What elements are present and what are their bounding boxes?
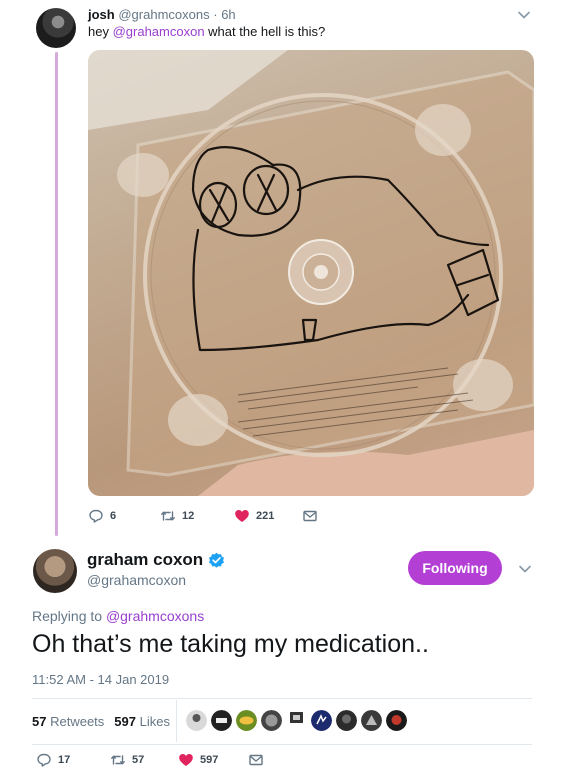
dm-action[interactable]	[248, 752, 264, 768]
reply-action[interactable]: 17	[36, 752, 70, 768]
tweet-photo[interactable]	[88, 50, 534, 496]
liker-avatar[interactable]	[336, 710, 357, 731]
like-action[interactable]: 597	[178, 752, 218, 768]
reply-count: 6	[110, 510, 117, 522]
retweet-action[interactable]: 57	[110, 752, 144, 768]
user-handle[interactable]: @grahmcoxons	[118, 7, 209, 22]
liker-avatar[interactable]	[236, 710, 257, 731]
liker-avatar[interactable]	[361, 710, 382, 731]
display-name-row: graham coxon	[87, 550, 225, 570]
avatar[interactable]	[36, 8, 76, 48]
reply-count: 17	[58, 754, 71, 766]
user-handle[interactable]: @grahamcoxon	[87, 572, 186, 588]
heart-icon	[235, 510, 249, 522]
divider	[32, 698, 532, 699]
likes-stat-count: 597	[114, 713, 136, 729]
heart-icon	[179, 754, 193, 766]
replying-to: Replying to @grahmcoxons	[32, 608, 204, 624]
tweet-timestamp[interactable]: 11:52 AM - 14 Jan 2019	[32, 672, 169, 687]
reply-icon	[89, 509, 103, 523]
liker-avatar[interactable]	[311, 710, 332, 731]
divider	[32, 744, 532, 745]
likes-stat[interactable]: 597 Likes	[114, 714, 170, 729]
retweet-count: 57	[132, 754, 145, 766]
retweets-stat-count: 57	[32, 713, 47, 729]
like-count: 221	[256, 510, 275, 522]
chevron-down-icon[interactable]	[518, 562, 532, 576]
liker-avatar[interactable]	[386, 710, 407, 731]
separator-dot: ·	[213, 7, 218, 22]
liker-avatar[interactable]	[211, 710, 232, 731]
liker-avatars	[186, 710, 407, 731]
retweets-stat[interactable]: 57 Retweets	[32, 714, 104, 729]
retweet-count: 12	[182, 510, 195, 522]
engagement-stats: 57 Retweets 597 Likes	[32, 708, 170, 734]
retweet-icon	[111, 755, 125, 765]
tweet-time[interactable]: 6h	[221, 7, 235, 22]
like-count: 597	[200, 754, 219, 766]
tweet-text: Oh that’s me taking my medication..	[32, 630, 429, 658]
thread-connector-line	[55, 52, 58, 536]
likes-stat-label: Likes	[139, 713, 170, 729]
retweets-stat-label: Retweets	[50, 713, 105, 729]
display-name[interactable]: graham coxon	[87, 550, 203, 570]
avatar[interactable]	[33, 549, 77, 593]
retweet-action[interactable]: 12	[160, 508, 194, 524]
retweet-icon	[161, 511, 175, 521]
tweet-text-suffix: what the hell is this?	[204, 24, 326, 39]
liker-avatar[interactable]	[261, 710, 282, 731]
reply-icon	[37, 753, 51, 767]
following-button[interactable]: Following	[408, 551, 502, 585]
reply-action[interactable]: 6	[88, 508, 116, 524]
replying-label: Replying to	[32, 608, 106, 624]
envelope-icon	[303, 510, 317, 522]
liker-avatar[interactable]	[186, 710, 207, 731]
cd-tray-photo	[88, 50, 534, 496]
tweet-text: hey @grahamcoxon what the hell is this?	[88, 24, 325, 39]
verified-badge-icon	[209, 552, 225, 568]
dm-action[interactable]	[302, 508, 318, 524]
tweet-text-prefix: hey	[88, 24, 113, 39]
like-action[interactable]: 221	[234, 508, 274, 524]
display-name[interactable]: josh	[88, 7, 115, 22]
liker-avatar[interactable]	[286, 710, 307, 731]
mention-link[interactable]: @grahmcoxons	[106, 608, 204, 624]
chevron-down-icon[interactable]	[517, 8, 531, 22]
tweet-header: josh @grahmcoxons · 6h	[88, 7, 236, 22]
envelope-icon	[249, 754, 263, 766]
stats-separator	[176, 700, 177, 742]
mention-link[interactable]: @grahamcoxon	[113, 24, 205, 39]
